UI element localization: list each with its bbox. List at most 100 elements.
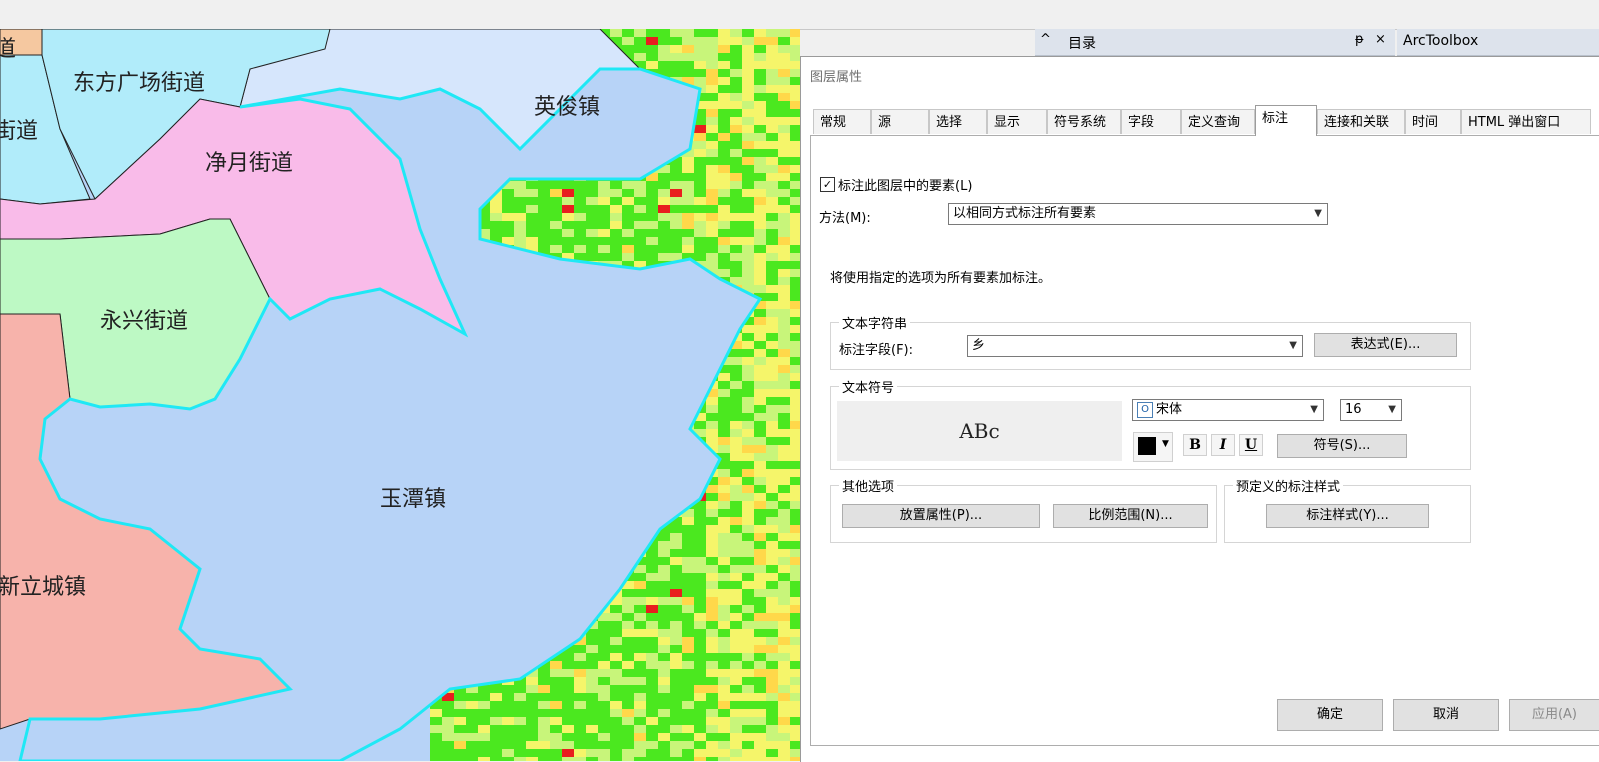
collapse-icon[interactable]: ^ [1040, 32, 1051, 47]
raster-cell [622, 245, 634, 253]
raster-cell [730, 613, 742, 621]
apply-button[interactable]: 应用(A) [1509, 699, 1599, 731]
top-toolbar [0, 0, 1599, 30]
raster-cell [430, 725, 442, 733]
label-styles-button[interactable]: 标注样式(Y)... [1266, 504, 1429, 528]
raster-cell [694, 557, 706, 565]
chevron-down-icon: ▼ [1162, 439, 1169, 449]
raster-cell [742, 373, 754, 381]
tab-definition-query[interactable]: 定义查询 [1181, 109, 1255, 134]
place-label: 街道 [0, 119, 39, 144]
method-select[interactable]: 以相同方式标注所有要素 ▼ [948, 203, 1328, 225]
raster-cell [790, 469, 800, 477]
raster-cell [706, 525, 718, 533]
raster-cell [742, 629, 754, 637]
arctoolbox-pane-header[interactable]: ArcToolbox [1397, 29, 1599, 56]
raster-cell [718, 437, 730, 445]
label-features-checkbox[interactable]: ✓ [820, 177, 835, 192]
raster-cell [754, 581, 766, 589]
catalog-pane-header[interactable]: ^ 目录 ᵽ × [1035, 29, 1395, 56]
raster-cell [598, 637, 610, 645]
tab-fields[interactable]: 字段 [1121, 109, 1181, 134]
raster-cell [454, 733, 466, 741]
scale-range-button[interactable]: 比例范围(N)... [1053, 504, 1208, 528]
raster-cell [742, 101, 754, 109]
close-icon[interactable]: × [1375, 32, 1386, 47]
tab-symbology[interactable]: 符号系统 [1047, 109, 1121, 134]
raster-cell [658, 741, 670, 749]
tab-joins-relates[interactable]: 连接和关联 [1317, 109, 1405, 134]
tab-general[interactable]: 常规 [813, 109, 871, 134]
raster-cell [670, 717, 682, 725]
raster-cell [682, 589, 694, 597]
raster-cell [694, 77, 706, 85]
cancel-button[interactable]: 取消 [1393, 699, 1499, 731]
expression-button[interactable]: 表达式(E)... [1314, 333, 1457, 357]
raster-cell [550, 181, 562, 189]
raster-cell [766, 597, 778, 605]
raster-cell [442, 757, 454, 761]
raster-cell [790, 93, 800, 101]
other-options-group-title: 其他选项 [839, 476, 898, 495]
text-string-group: 文本字符串 标注字段(F): 乡 ▼ 表达式(E)... [830, 313, 1471, 370]
raster-cell [670, 61, 682, 69]
raster-cell [574, 677, 586, 685]
tab-display[interactable]: 显示 [987, 109, 1047, 134]
raster-cell [562, 709, 574, 717]
raster-cell [730, 645, 742, 653]
raster-cell [754, 461, 766, 469]
raster-cell [766, 173, 778, 181]
symbol-button[interactable]: 符号(S)... [1277, 434, 1407, 458]
raster-cell [646, 557, 658, 565]
font-size-select[interactable]: 16 ▼ [1340, 399, 1402, 421]
underline-button[interactable]: U [1239, 434, 1263, 456]
tab-html-popup[interactable]: HTML 弹出窗口 [1461, 109, 1591, 134]
raster-cell [766, 429, 778, 437]
raster-cell [742, 389, 754, 397]
italic-button[interactable]: I [1211, 434, 1235, 456]
raster-cell [742, 397, 754, 405]
raster-cell [754, 349, 766, 357]
raster-cell [622, 677, 634, 685]
raster-cell [634, 29, 646, 37]
bold-button[interactable]: B [1183, 434, 1207, 456]
raster-cell [610, 189, 622, 197]
raster-cell [766, 685, 778, 693]
raster-cell [778, 725, 790, 733]
raster-cell [658, 197, 670, 205]
raster-cell [610, 213, 622, 221]
raster-cell [754, 173, 766, 181]
map-view[interactable]: 道 东方广场街道 街道 净月街道 英俊镇 永兴街道 玉潭镇 新立城镇 [0, 29, 800, 761]
raster-cell [730, 45, 742, 53]
ok-button[interactable]: 确定 [1277, 699, 1383, 731]
raster-cell [790, 269, 800, 277]
raster-cell [610, 685, 622, 693]
raster-cell [754, 317, 766, 325]
pin-icon[interactable]: ᵽ [1355, 32, 1364, 47]
raster-cell [610, 237, 622, 245]
raster-cell [646, 597, 658, 605]
font-select[interactable]: O 宋体 ▼ [1132, 399, 1324, 421]
tab-source[interactable]: 源 [871, 109, 929, 134]
raster-cell [706, 413, 718, 421]
tab-time[interactable]: 时间 [1405, 109, 1461, 134]
raster-cell [694, 701, 706, 709]
raster-cell [718, 485, 730, 493]
raster-cell [778, 85, 790, 93]
placement-properties-button[interactable]: 放置属性(P)... [842, 504, 1040, 528]
raster-cell [790, 477, 800, 485]
raster-cell [766, 493, 778, 501]
raster-cell [694, 141, 706, 149]
raster-cell [718, 573, 730, 581]
raster-cell [766, 277, 778, 285]
raster-cell [706, 557, 718, 565]
raster-cell [706, 205, 718, 213]
raster-cell [778, 293, 790, 301]
raster-cell [742, 557, 754, 565]
label-field-select[interactable]: 乡 ▼ [967, 335, 1303, 357]
color-picker[interactable]: ▼ [1133, 432, 1173, 462]
raster-cell [682, 645, 694, 653]
raster-cell [778, 149, 790, 157]
tab-selection[interactable]: 选择 [929, 109, 987, 134]
tab-labels[interactable]: 标注 [1255, 105, 1317, 136]
